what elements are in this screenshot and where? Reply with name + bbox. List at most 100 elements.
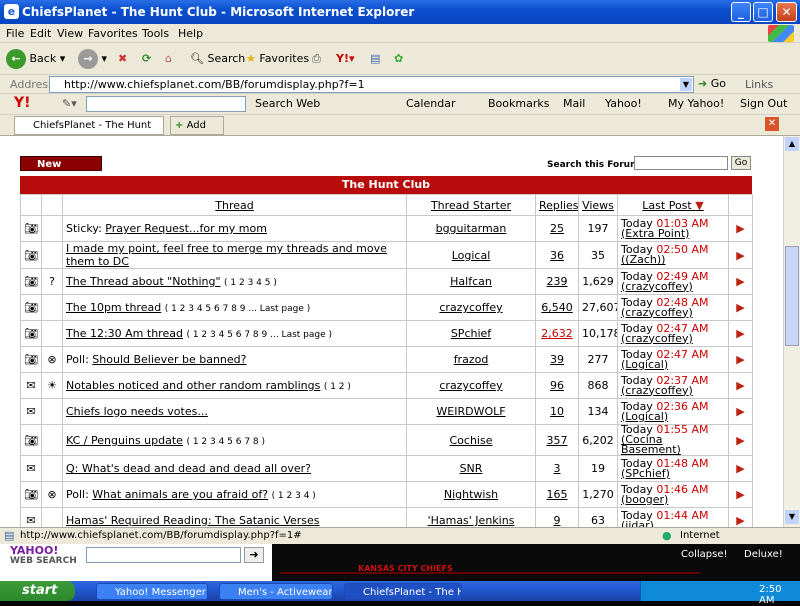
- thread-starter-link[interactable]: Logical: [406, 241, 536, 269]
- links-button[interactable]: Links: [745, 78, 773, 91]
- mail-button[interactable]: Mail: [563, 97, 585, 110]
- menu-view[interactable]: View: [57, 27, 83, 40]
- last-post-column-header[interactable]: Last Post ▼: [617, 194, 729, 216]
- go-to-last-post-icon[interactable]: ▶: [728, 346, 753, 373]
- thread-pages[interactable]: ( 1 2 3 4 ): [272, 491, 316, 501]
- last-post-user-link[interactable]: ((Zach)): [621, 253, 665, 266]
- bookmarks-button[interactable]: Bookmarks: [488, 97, 549, 110]
- vertical-scrollbar[interactable]: ▲ ▼: [783, 136, 800, 527]
- yahoo-icon[interactable]: Y!▾: [336, 49, 355, 69]
- thread-pages[interactable]: ( 1 2 3 4 5 6 7 8 9 ... Last page ): [165, 304, 311, 314]
- thread-replies-link[interactable]: 2,632: [535, 320, 579, 347]
- research-icon[interactable]: ▤: [370, 49, 380, 69]
- thread-title-link[interactable]: The 10pm thread: [66, 301, 161, 314]
- collapse-label[interactable]: Collapse!: [681, 549, 728, 560]
- widget-search-input[interactable]: [86, 547, 241, 563]
- thread-title-link[interactable]: Hamas' Required Reading: The Satanic Ver…: [66, 514, 320, 527]
- go-to-last-post-icon[interactable]: ▶: [728, 507, 753, 527]
- yahoo-button[interactable]: Yahoo!: [605, 97, 642, 110]
- thread-title-link[interactable]: The 12:30 Am thread: [66, 327, 183, 340]
- maximize-button[interactable]: □: [753, 2, 773, 22]
- thread-starter-link[interactable]: SNR: [406, 455, 536, 482]
- go-to-last-post-icon[interactable]: ▶: [728, 320, 753, 347]
- thread-title-link[interactable]: The Thread about "Nothing": [66, 275, 221, 288]
- minimize-button[interactable]: _: [731, 2, 751, 22]
- thread-replies-link[interactable]: 357: [535, 424, 579, 456]
- thread-starter-link[interactable]: bgguitarman: [406, 215, 536, 242]
- pencil-icon[interactable]: ✎▾: [62, 97, 77, 110]
- thread-pages[interactable]: ( 1 2 3 4 5 ): [224, 278, 277, 288]
- thread-starter-link[interactable]: Cochise: [406, 424, 536, 456]
- thread-starter-link[interactable]: crazycoffey: [406, 372, 536, 399]
- new-thread-button[interactable]: New Thread: [20, 156, 102, 185]
- go-to-last-post-icon[interactable]: ▶: [728, 241, 753, 269]
- thread-replies-link[interactable]: 25: [535, 215, 579, 242]
- thread-starter-link[interactable]: crazycoffey: [406, 294, 536, 321]
- go-to-last-post-icon[interactable]: ▶: [728, 268, 753, 295]
- last-post-user-link[interactable]: (booger): [621, 493, 668, 506]
- thread-replies-link[interactable]: 39: [535, 346, 579, 373]
- thread-title-link[interactable]: Should Believer be banned?: [92, 353, 246, 366]
- yahoo-search-input[interactable]: [86, 96, 246, 112]
- menu-help[interactable]: Help: [178, 27, 203, 40]
- go-button[interactable]: ➜ Go: [698, 77, 726, 90]
- thread-pages[interactable]: ( 1 2 3 4 5 6 7 8 ): [186, 437, 265, 447]
- close-tab-icon[interactable]: ✕: [765, 117, 779, 131]
- thread-title-link[interactable]: Notables noticed and other random rambli…: [66, 379, 320, 392]
- thread-starter-link[interactable]: WEIRDWOLF: [406, 398, 536, 425]
- last-post-user-link[interactable]: (crazycoffey): [621, 384, 693, 397]
- taskbar-item-chiefsplanet[interactable]: ChiefsPlanet - The Hu...: [344, 583, 462, 600]
- last-post-user-link[interactable]: (jidar): [621, 519, 654, 528]
- menu-favorites[interactable]: Favorites: [88, 27, 138, 40]
- search-web-button[interactable]: Search Web: [255, 97, 320, 110]
- start-button[interactable]: start: [0, 581, 75, 601]
- last-post-user-link[interactable]: (Extra Point): [621, 227, 689, 240]
- last-post-user-link[interactable]: (crazycoffey): [621, 332, 693, 345]
- address-input[interactable]: http://www.chiefsplanet.com/BB/forumdisp…: [49, 76, 694, 93]
- search-forum-input[interactable]: [634, 156, 728, 170]
- thread-pages[interactable]: ( 1 2 3 4 5 6 7 8 9 ... Last page ): [186, 330, 332, 340]
- back-button[interactable]: ← Back ▾: [6, 49, 65, 69]
- go-to-last-post-icon[interactable]: ▶: [728, 294, 753, 321]
- starter-column-header[interactable]: Thread Starter: [406, 194, 536, 216]
- go-to-last-post-icon[interactable]: ▶: [728, 424, 753, 456]
- scroll-down-icon[interactable]: ▼: [785, 510, 799, 524]
- thread-starter-link[interactable]: Nightwish: [406, 481, 536, 508]
- thread-column-header[interactable]: Thread: [62, 194, 407, 216]
- go-to-last-post-icon[interactable]: ▶: [728, 455, 753, 482]
- thread-replies-link[interactable]: 36: [535, 241, 579, 269]
- last-post-user-link[interactable]: (Logical): [621, 358, 668, 371]
- close-button[interactable]: ✕: [776, 2, 797, 22]
- sign-out-button[interactable]: Sign Out: [740, 97, 787, 110]
- thread-replies-link[interactable]: 10: [535, 398, 579, 425]
- scroll-up-icon[interactable]: ▲: [785, 137, 799, 151]
- taskbar-item-activewear[interactable]: Men's - Activewear at...: [219, 583, 333, 600]
- calendar-button[interactable]: Calendar: [406, 97, 455, 110]
- thread-replies-link[interactable]: 3: [535, 455, 579, 482]
- last-post-user-link[interactable]: (Cocina Basement): [621, 433, 681, 455]
- taskbar-item-messenger[interactable]: Yahoo! Messenger: [96, 583, 208, 600]
- deluxe-label[interactable]: Deluxe!: [744, 549, 783, 560]
- go-to-last-post-icon[interactable]: ▶: [728, 481, 753, 508]
- yahoo-logo-icon[interactable]: Y!: [14, 95, 31, 111]
- thread-pages[interactable]: ( 1 2 ): [324, 382, 351, 392]
- stop-icon[interactable]: ✖: [118, 49, 127, 69]
- thread-replies-link[interactable]: 239: [535, 268, 579, 295]
- thread-replies-link[interactable]: 165: [535, 481, 579, 508]
- thread-replies-link[interactable]: 9: [535, 507, 579, 527]
- widget-search-arrow-icon[interactable]: ➜: [244, 547, 264, 563]
- favorites-button[interactable]: ★ Favorites: [246, 49, 309, 69]
- search-forum-go-button[interactable]: Go: [731, 156, 751, 170]
- thread-title-link[interactable]: KC / Penguins update: [66, 434, 183, 447]
- go-to-last-post-icon[interactable]: ▶: [728, 215, 753, 242]
- last-post-user-link[interactable]: (crazycoffey): [621, 280, 693, 293]
- thread-starter-link[interactable]: 'Hamas' Jenkins: [406, 507, 536, 527]
- thread-title-link[interactable]: Chiefs logo needs votes...: [66, 405, 208, 418]
- thread-replies-link[interactable]: 6,540: [535, 294, 579, 321]
- search-button[interactable]: 🔍︎ Search: [190, 49, 245, 69]
- menu-tools[interactable]: Tools: [142, 27, 169, 40]
- last-post-user-link[interactable]: (SPchief): [621, 467, 670, 480]
- scroll-thumb[interactable]: [785, 246, 799, 346]
- refresh-icon[interactable]: ⟳: [142, 49, 151, 69]
- thread-title-link[interactable]: Prayer Request...for my mom: [105, 222, 267, 235]
